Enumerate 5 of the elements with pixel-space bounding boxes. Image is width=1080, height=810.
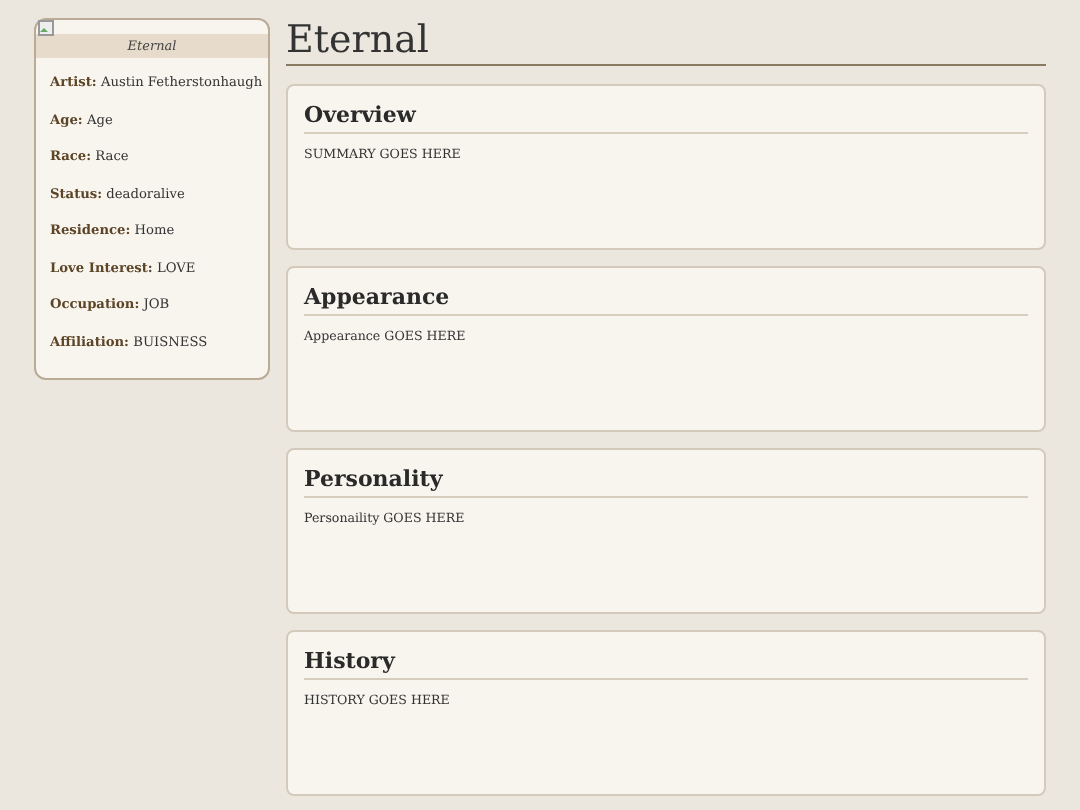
section-heading: Overview <box>304 102 1028 134</box>
page-title: Eternal <box>286 18 1046 66</box>
section-heading: Appearance <box>304 284 1028 316</box>
section-heading: History <box>304 648 1028 680</box>
section-heading: Personality <box>304 466 1028 498</box>
